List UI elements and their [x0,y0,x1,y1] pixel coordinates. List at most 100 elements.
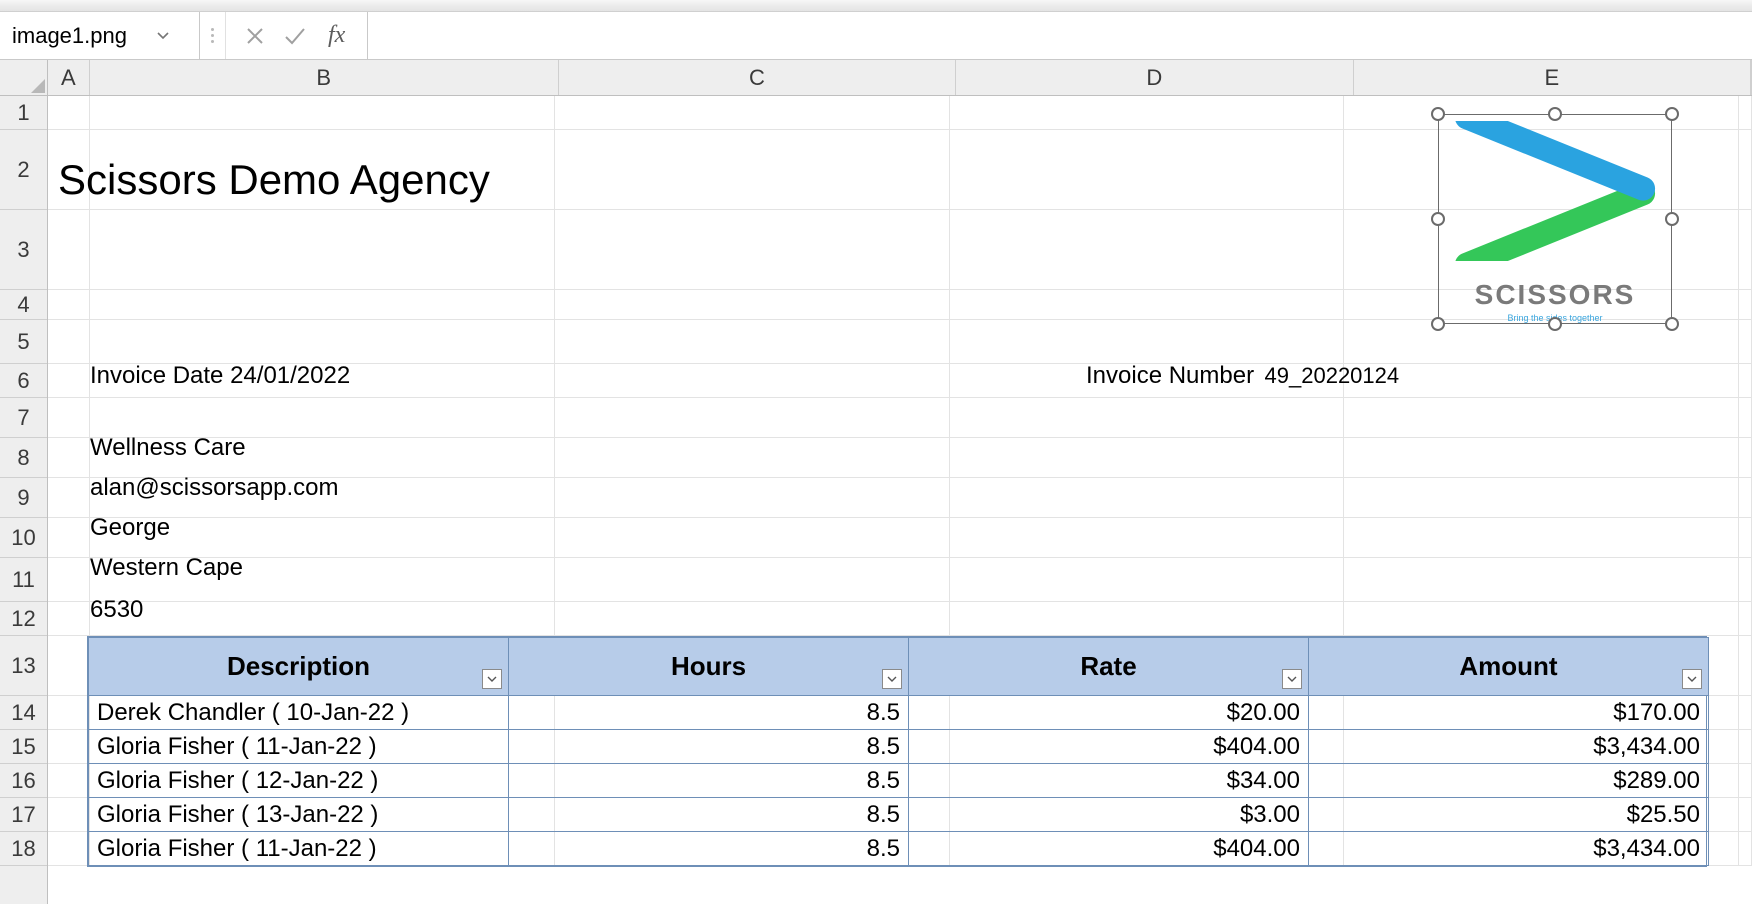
resize-handle-bl[interactable] [1431,317,1445,331]
grid-cell[interactable] [950,602,1345,635]
filter-button[interactable] [1282,669,1302,689]
embedded-image[interactable]: SCISSORS Bring the sides together [1438,114,1672,324]
table-cell[interactable]: 8.5 [509,798,909,832]
grid-cell[interactable] [1739,398,1752,437]
table-header-cell[interactable]: Rate [909,638,1309,696]
grid-cell[interactable] [950,96,1345,129]
formula-accept-button[interactable] [280,21,310,51]
table-cell[interactable]: 8.5 [509,696,909,730]
table-cell[interactable]: $3,434.00 [1309,832,1709,866]
grid-cell[interactable] [1739,320,1752,363]
grid-cell[interactable] [1739,478,1752,517]
grid-cell[interactable] [1739,518,1752,557]
grid-cell[interactable] [950,518,1345,557]
filter-button[interactable] [1682,669,1702,689]
grid-cell[interactable] [555,478,950,517]
grid-cell[interactable] [1344,364,1739,397]
grid-cell[interactable] [90,210,556,289]
grid-cell[interactable] [950,558,1345,601]
grid-cell[interactable] [48,730,90,763]
column-header[interactable]: D [956,60,1353,95]
grid-cell[interactable] [1344,478,1739,517]
table-cell[interactable]: Gloria Fisher ( 12-Jan-22 ) [89,764,509,798]
table-cell[interactable]: Derek Chandler ( 10-Jan-22 ) [89,696,509,730]
grid[interactable]: Scissors Demo Agency Invoice Date 24/01/… [48,96,1752,904]
grid-cell[interactable] [48,478,90,517]
grid-cell[interactable] [1739,636,1752,695]
grid-cell[interactable] [48,696,90,729]
grid-cell[interactable] [48,210,90,289]
table-cell[interactable]: $34.00 [909,764,1309,798]
resize-handle-br[interactable] [1665,317,1679,331]
filter-button[interactable] [882,669,902,689]
grid-cell[interactable] [555,290,950,319]
formula-cancel-button[interactable] [240,21,270,51]
grid-cell[interactable] [48,764,90,797]
grid-cell[interactable] [555,398,950,437]
resize-handle-tr[interactable] [1665,107,1679,121]
grid-cell[interactable] [48,636,90,695]
row-header[interactable]: 6 [0,364,47,398]
grid-cell[interactable] [555,518,950,557]
grid-cell[interactable] [48,518,90,557]
column-header[interactable]: B [90,60,559,95]
grid-cell[interactable] [950,438,1345,477]
grid-cell[interactable] [1344,602,1739,635]
resize-handle-r[interactable] [1665,212,1679,226]
row-header[interactable]: 2 [0,130,47,210]
grid-cell[interactable] [90,602,556,635]
select-all-corner[interactable] [0,60,48,96]
grid-cell[interactable] [90,290,556,319]
grid-cell[interactable] [1739,798,1752,831]
table-cell[interactable]: Gloria Fisher ( 11-Jan-22 ) [89,832,509,866]
table-header-cell[interactable]: Description [89,638,509,696]
grid-cell[interactable] [555,558,950,601]
column-header[interactable]: C [559,60,956,95]
column-header[interactable]: A [48,60,90,95]
row-header[interactable]: 14 [0,696,47,730]
grid-cell[interactable] [48,602,90,635]
grid-cell[interactable] [555,130,950,209]
table-cell[interactable]: $20.00 [909,696,1309,730]
resize-handle-l[interactable] [1431,212,1445,226]
grid-cell[interactable] [1739,130,1752,209]
grid-cell[interactable] [1344,518,1739,557]
grid-cell[interactable] [48,96,90,129]
grid-cell[interactable] [555,364,950,397]
row-header[interactable]: 4 [0,290,47,320]
table-cell[interactable]: $404.00 [909,832,1309,866]
row-header[interactable]: 10 [0,518,47,558]
grid-cell[interactable] [90,96,556,129]
grid-cell[interactable] [1739,210,1752,289]
grid-cell[interactable] [1739,96,1752,129]
name-box[interactable] [10,22,150,50]
row-header[interactable]: 12 [0,602,47,636]
row-header[interactable]: 15 [0,730,47,764]
grid-cell[interactable] [950,290,1345,319]
grid-cell[interactable] [1344,438,1739,477]
grid-cell[interactable] [1739,730,1752,763]
grid-cell[interactable] [48,438,90,477]
name-box-dropdown[interactable] [152,25,174,47]
grid-cell[interactable] [90,320,556,363]
row-header[interactable]: 5 [0,320,47,364]
grid-cell[interactable] [48,364,90,397]
table-cell[interactable]: $3.00 [909,798,1309,832]
table-cell[interactable]: 8.5 [509,764,909,798]
grid-cell[interactable] [90,398,556,437]
grid-cell[interactable] [950,210,1345,289]
grid-cell[interactable] [1344,320,1739,363]
column-header[interactable]: E [1354,60,1751,95]
grid-cell[interactable] [48,290,90,319]
filter-button[interactable] [482,669,502,689]
grid-cell[interactable] [1739,696,1752,729]
row-header[interactable]: 13 [0,636,47,696]
table-cell[interactable]: $170.00 [1309,696,1709,730]
grid-cell[interactable] [950,130,1345,209]
grid-cell[interactable] [1739,558,1752,601]
table-cell[interactable]: Gloria Fisher ( 13-Jan-22 ) [89,798,509,832]
table-cell[interactable]: $289.00 [1309,764,1709,798]
grid-cell[interactable] [950,398,1345,437]
row-header[interactable]: 9 [0,478,47,518]
grid-cell[interactable] [950,320,1345,363]
